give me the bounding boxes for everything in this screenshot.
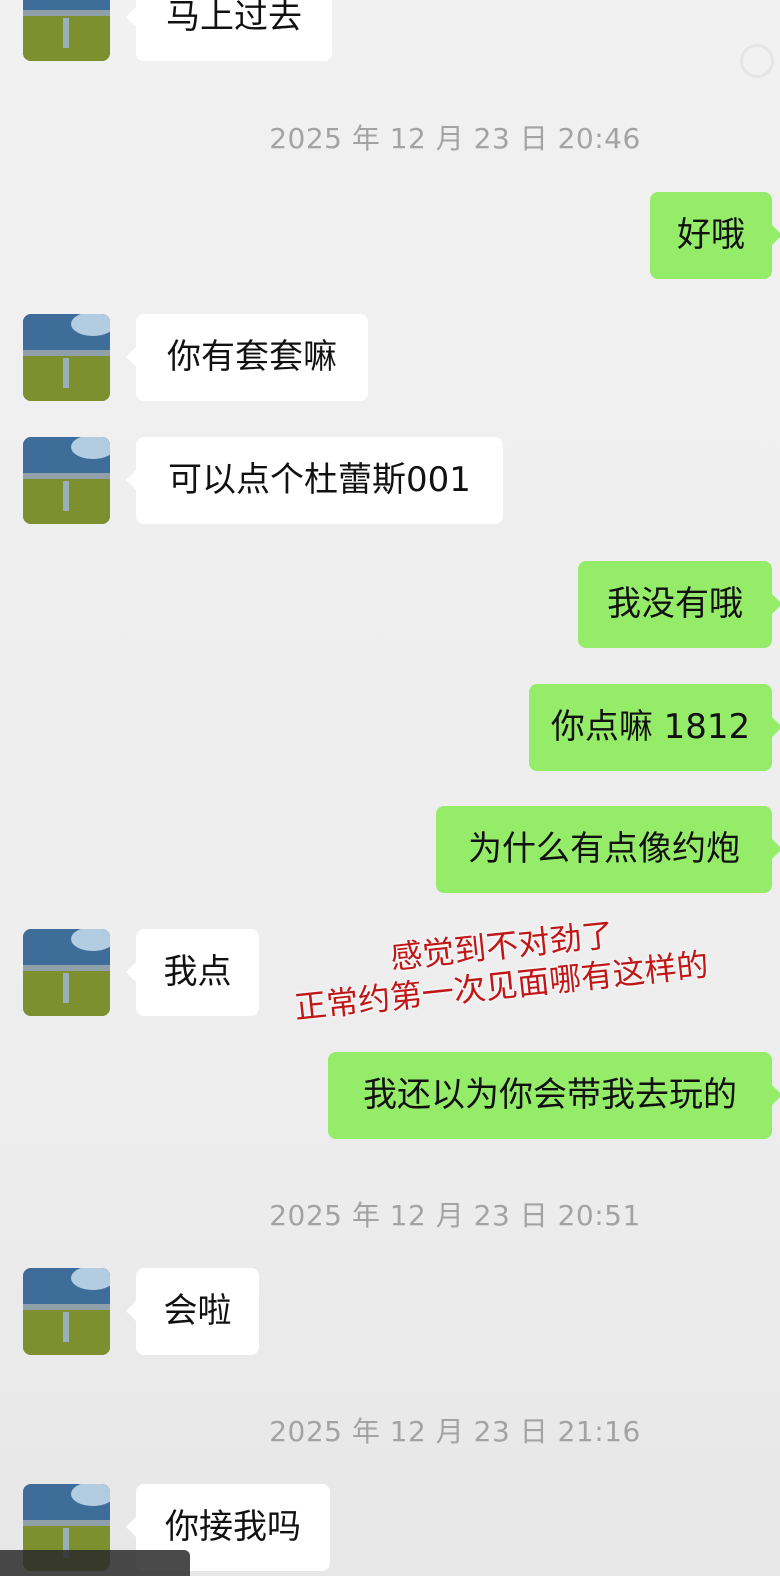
message-bubble-incoming[interactable]: 可以点个杜蕾斯001: [126, 437, 503, 524]
message-text: 好哦: [677, 215, 745, 255]
message-bubble-outgoing[interactable]: 为什么有点像约炮: [436, 806, 780, 893]
bottom-overlay: [0, 1550, 190, 1576]
message-text: 你有套套嘛: [167, 337, 337, 377]
landscape-avatar-icon: [23, 929, 110, 1016]
contact-avatar[interactable]: [23, 929, 110, 1016]
watermark-circle-icon: [740, 44, 774, 78]
contact-avatar[interactable]: [23, 314, 110, 401]
message-text: 可以点个杜蕾斯001: [168, 460, 471, 500]
message-text: 你接我吗: [165, 1507, 301, 1547]
message-bubble-outgoing[interactable]: 我没有哦: [578, 561, 780, 648]
contact-avatar[interactable]: [23, 437, 110, 524]
landscape-avatar-icon: [23, 437, 110, 524]
message-bubble-outgoing[interactable]: 我还以为你会带我去玩的: [328, 1052, 780, 1139]
timestamp: 2025 年 12 月 23 日 20:46: [269, 122, 641, 155]
message-bubble-incoming[interactable]: 我点: [126, 929, 259, 1016]
landscape-avatar-icon: [23, 314, 110, 401]
message-bubble-incoming[interactable]: 会啦: [126, 1268, 259, 1355]
message-text: 我点: [163, 952, 232, 992]
timestamp: 2025 年 12 月 23 日 21:16: [269, 1415, 641, 1448]
contact-avatar[interactable]: [23, 0, 110, 61]
message-text: 会啦: [163, 1291, 232, 1331]
message-bubble-outgoing[interactable]: 你点嘛 1812: [529, 684, 780, 771]
message-text: 为什么有点像约炮: [468, 829, 740, 869]
message-bubble-outgoing[interactable]: 好哦: [650, 192, 780, 279]
chat-view: 马上过去 2025 年 12 月 23 日 20:46 好哦 你有套套嘛 可以点…: [0, 0, 780, 1576]
contact-avatar[interactable]: [23, 1268, 110, 1355]
landscape-avatar-icon: [23, 1268, 110, 1355]
timestamp: 2025 年 12 月 23 日 20:51: [269, 1199, 641, 1232]
message-text: 我还以为你会带我去玩的: [363, 1075, 737, 1115]
message-bubble-incoming[interactable]: 马上过去: [126, 0, 332, 61]
message-text: 你点嘛 1812: [550, 707, 751, 747]
message-bubble-incoming[interactable]: 你有套套嘛: [126, 314, 368, 401]
message-text: 马上过去: [166, 0, 302, 37]
landscape-avatar-icon: [23, 0, 110, 61]
message-text: 我没有哦: [607, 584, 743, 624]
